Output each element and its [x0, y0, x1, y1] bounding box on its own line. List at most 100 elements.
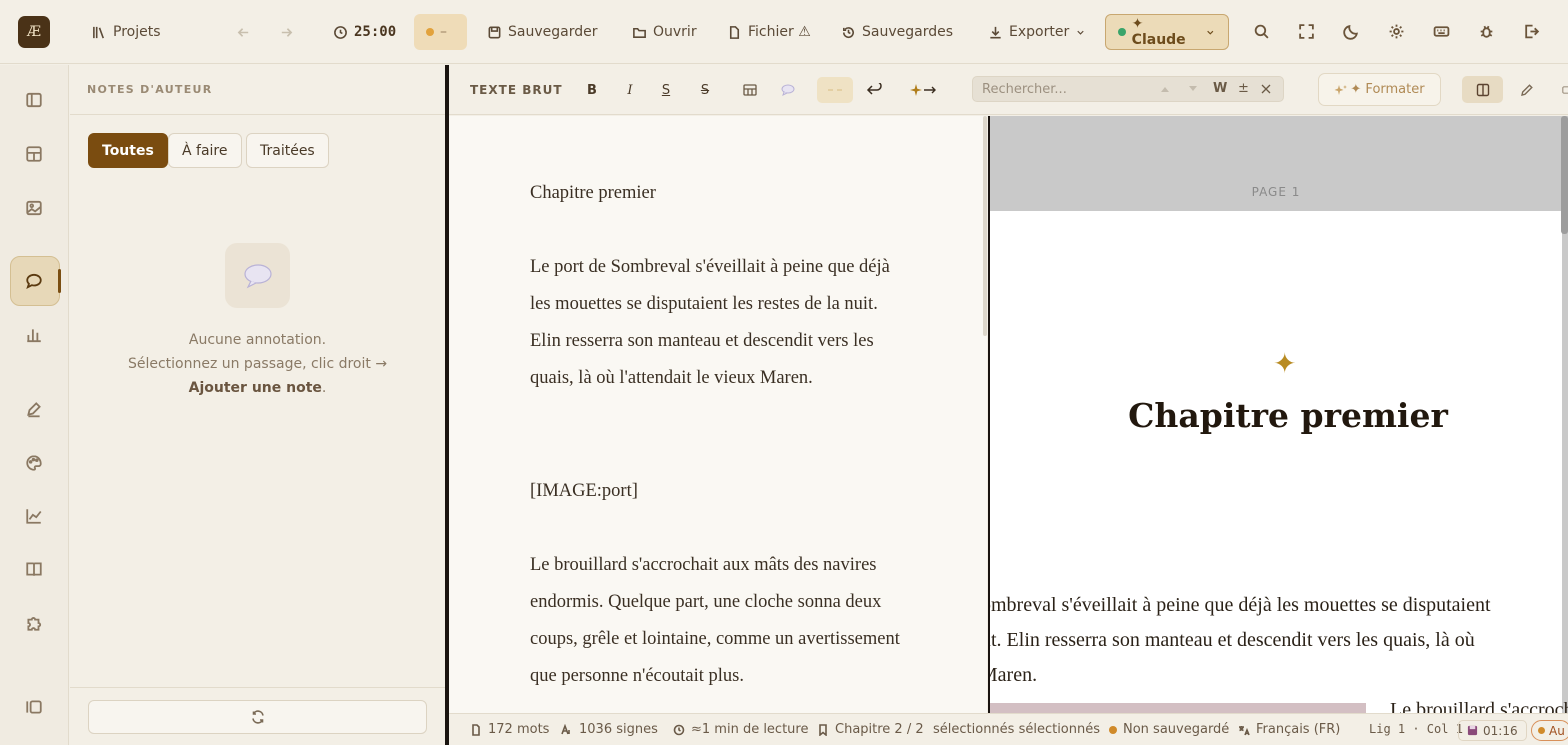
search-button[interactable] — [1250, 20, 1272, 42]
file-button[interactable]: Fichier ⚠ — [727, 14, 811, 50]
autosave-text: Au — [1549, 723, 1565, 738]
insert-table-button[interactable] — [740, 79, 760, 101]
document-icon — [472, 723, 480, 736]
case-toggle[interactable]: ± — [1238, 81, 1249, 96]
chevron-down-icon[interactable] — [1188, 85, 1198, 93]
pencil-icon — [1521, 84, 1533, 96]
settings-button[interactable] — [1385, 20, 1407, 42]
strikethrough-button[interactable]: S — [697, 79, 713, 101]
redo-button[interactable] — [279, 14, 294, 50]
refresh-icon — [251, 710, 264, 724]
chapter-text: Chapitre 2 / 2 — [835, 722, 924, 737]
rail-book[interactable] — [22, 557, 46, 581]
return-arrow-icon — [866, 83, 882, 95]
backups-button[interactable]: Sauvegardes — [841, 14, 953, 50]
ai-assistant-button[interactable]: ✦ Claude — [1105, 14, 1229, 50]
rail-theme[interactable] — [22, 451, 46, 475]
search-icon — [1254, 24, 1269, 39]
italic-button[interactable]: I — [622, 79, 638, 101]
rail-collapse[interactable] — [22, 695, 46, 719]
format-button[interactable]: ✦ Formater — [1318, 73, 1441, 106]
chat-bubble-icon — [26, 273, 42, 289]
editor-chapter-heading[interactable]: Chapitre premier — [530, 175, 910, 212]
rail-analytics[interactable] — [22, 504, 46, 528]
save-label: Sauvegarder — [508, 24, 598, 40]
file-label: Fichier ⚠ — [748, 24, 811, 40]
rail-plugins[interactable] — [22, 611, 46, 635]
autosave-badge[interactable]: Au — [1531, 720, 1568, 741]
editor-paragraph[interactable]: Le brouillard s'accrochait aux mâts des … — [530, 547, 910, 695]
search-input[interactable]: Rechercher... — [982, 82, 1067, 97]
speech-bubble-icon — [243, 263, 272, 288]
rail-writing[interactable] — [22, 397, 46, 421]
filter-todo[interactable]: À faire — [168, 133, 242, 168]
pomodoro-timer[interactable]: 25:00 — [333, 14, 396, 50]
empty-state-icon — [225, 243, 290, 308]
left-rail — [0, 65, 69, 745]
preview-mode-button[interactable] — [1562, 79, 1568, 101]
editor-paragraph[interactable]: Le port de Sombreval s'éveillait à peine… — [530, 249, 910, 397]
backups-label: Sauvegardes — [862, 24, 954, 40]
underline-button[interactable]: S — [658, 79, 674, 101]
chapter-indicator[interactable]: Chapitre 2 / 2 — [817, 722, 924, 737]
rail-stats[interactable] — [22, 323, 46, 347]
ornament-star-icon: ✦ — [1273, 347, 1297, 380]
fullscreen-button[interactable] — [1295, 20, 1317, 42]
dark-mode-button[interactable] — [1340, 20, 1362, 42]
whole-word-toggle[interactable]: W — [1213, 81, 1227, 96]
edit-mode-button[interactable] — [1519, 79, 1535, 101]
preview-side-text: Le brouillard s'accrochait — [1390, 699, 1568, 713]
line-break-button[interactable] — [862, 79, 888, 101]
filter-all[interactable]: Toutes — [88, 133, 168, 168]
fullscreen-icon — [1298, 23, 1314, 39]
rail-sidebar-toggle[interactable] — [22, 88, 46, 112]
scene-break-button[interactable] — [909, 79, 939, 101]
undo-button[interactable] — [236, 14, 251, 50]
save-icon — [488, 26, 501, 38]
editor-image-tag[interactable]: [IMAGE:port] — [530, 473, 910, 510]
filter-done[interactable]: Traitées — [246, 133, 329, 168]
bold-button[interactable]: B — [584, 79, 600, 101]
translate-icon — [1239, 725, 1250, 735]
open-button[interactable]: Ouvrir — [632, 14, 697, 50]
notes-footer — [70, 687, 445, 745]
debug-button[interactable] — [1475, 20, 1497, 42]
top-bar: Æ Projets 25:00 – Sauvegarder Ouvrir Fic… — [0, 0, 1568, 64]
text-editor[interactable]: Chapitre premier Le port de Sombreval s'… — [449, 116, 987, 713]
save-status-text: Non sauvegardé — [1123, 722, 1230, 737]
word-count: 172 mots — [470, 722, 549, 737]
cursor-position: Lig 1 · Col 1 — [1369, 722, 1463, 736]
keyboard-shortcuts-button[interactable] — [1430, 20, 1452, 42]
sparkles-icon — [1334, 84, 1348, 95]
language-selector[interactable]: Français (FR) — [1238, 722, 1340, 737]
editor-mode-label[interactable]: TEXTE BRUT — [470, 79, 563, 101]
preview-scrollbar[interactable] — [1561, 116, 1568, 234]
logout-button[interactable] — [1520, 20, 1542, 42]
palette-icon — [26, 455, 42, 471]
file-icon — [729, 25, 740, 39]
close-icon[interactable] — [1260, 83, 1272, 95]
chevron-up-icon[interactable] — [1160, 85, 1170, 93]
rail-images[interactable] — [22, 196, 46, 220]
editor-scrollbar[interactable] — [983, 116, 987, 336]
preview-image-placeholder — [990, 703, 1366, 713]
language-text: Français (FR) — [1256, 722, 1341, 737]
comment-button[interactable] — [778, 79, 798, 101]
split-view-button[interactable] — [1462, 76, 1503, 103]
refresh-notes-button[interactable] — [88, 700, 427, 734]
save-button[interactable]: Sauvegarder — [487, 14, 597, 50]
app-logo[interactable]: Æ — [18, 16, 50, 48]
unsaved-dot-icon — [1109, 725, 1117, 734]
highlight-button[interactable] — [817, 77, 853, 103]
char-count-text: 1036 signes — [579, 722, 658, 737]
timer-value: 25:00 — [354, 24, 397, 40]
rail-layout[interactable] — [22, 142, 46, 166]
image-icon — [26, 200, 42, 216]
rail-notes[interactable] — [22, 269, 46, 293]
library-icon — [93, 26, 104, 38]
export-menu[interactable]: Exporter — [988, 14, 1086, 50]
session-status-pill[interactable]: – — [414, 14, 467, 50]
save-status: Non sauvegardé — [1109, 722, 1229, 737]
projects-button[interactable]: Projets — [92, 14, 161, 50]
char-count: 1036 signes — [561, 722, 658, 737]
